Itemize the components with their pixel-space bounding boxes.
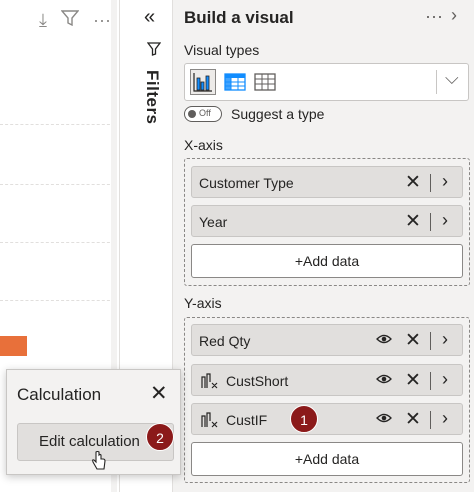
eye-icon[interactable] xyxy=(376,372,392,388)
add-data-button[interactable]: +Add data xyxy=(191,244,463,278)
x-axis-well[interactable]: Customer Type ✕ › Year ✕ › +Add data xyxy=(184,158,470,286)
pane-title: Build a visual xyxy=(184,8,294,27)
step-badge-1: 1 xyxy=(290,405,318,433)
field-custshort[interactable]: CustShort ✕ › xyxy=(191,364,463,396)
chevron-down-icon[interactable]: ⌵ xyxy=(445,68,459,89)
build-visual-pane: Build a visual ··· › Visual types ⌵ Off … xyxy=(172,0,474,492)
close-icon[interactable]: ✕ xyxy=(405,408,421,431)
field-year[interactable]: Year ✕ › xyxy=(191,205,463,237)
divider xyxy=(436,70,437,94)
gridline xyxy=(0,300,115,301)
toggle-state: Off xyxy=(199,108,211,118)
field-custif[interactable]: CustIF ✕ › xyxy=(191,403,463,435)
more-options-icon[interactable]: ··· xyxy=(425,6,443,27)
eye-icon[interactable] xyxy=(376,332,392,348)
field-customer-type[interactable]: Customer Type ✕ › xyxy=(191,166,463,198)
field-label: Red Qty xyxy=(199,333,251,349)
step-badge-2: 2 xyxy=(146,423,174,451)
chevron-right-icon[interactable]: › xyxy=(442,171,448,192)
funnel-icon[interactable] xyxy=(146,42,162,59)
eye-icon[interactable] xyxy=(376,411,392,427)
close-icon[interactable]: ✕ xyxy=(405,369,421,392)
chevron-right-icon[interactable]: › xyxy=(442,369,448,390)
more-icon[interactable]: ··· xyxy=(93,10,111,31)
chevron-right-icon[interactable]: › xyxy=(442,329,448,350)
filter-icon[interactable] xyxy=(60,10,80,31)
drill-icon[interactable]: ⤓ xyxy=(39,10,47,31)
divider xyxy=(430,332,431,350)
x-axis-label: X-axis xyxy=(184,137,223,153)
visual-calculation-icon xyxy=(200,372,218,393)
visual-calculation-icon xyxy=(200,411,218,432)
add-data-button[interactable]: +Add data xyxy=(191,442,463,476)
divider xyxy=(430,213,431,231)
close-icon[interactable]: ✕ xyxy=(405,329,421,352)
field-label: Year xyxy=(199,214,228,230)
gridline xyxy=(0,184,115,185)
y-axis-label: Y-axis xyxy=(184,295,222,311)
chart-bar[interactable] xyxy=(0,336,27,356)
divider xyxy=(430,411,431,429)
gridline xyxy=(0,242,115,243)
hand-cursor-icon xyxy=(91,450,107,476)
visual-header: ⤓ ··· xyxy=(12,10,111,31)
visual-types-label: Visual types xyxy=(184,42,260,58)
field-red-qty[interactable]: Red Qty ✕ › xyxy=(191,324,463,356)
popup-title: Calculation xyxy=(17,385,102,404)
chevron-right-icon[interactable]: › xyxy=(442,210,448,231)
field-label: CustShort xyxy=(226,373,289,389)
gridline xyxy=(0,124,115,125)
suggest-type-toggle[interactable]: Off xyxy=(184,106,222,122)
close-icon[interactable]: ✕ xyxy=(150,381,168,406)
matrix-icon[interactable] xyxy=(223,70,247,94)
collapse-icon[interactable]: « xyxy=(144,6,155,29)
y-axis-well[interactable]: Red Qty ✕ › CustShort ✕ › CustIF ✕ › +Ad… xyxy=(184,317,470,483)
divider xyxy=(430,174,431,192)
chevron-right-icon[interactable]: › xyxy=(451,5,457,26)
chevron-right-icon[interactable]: › xyxy=(442,408,448,429)
table-icon[interactable] xyxy=(253,70,277,94)
filters-label[interactable]: Filters xyxy=(142,70,162,125)
clustered-column-chart-icon[interactable] xyxy=(190,69,216,95)
close-icon[interactable]: ✕ xyxy=(405,210,421,233)
visual-types-picker[interactable]: ⌵ xyxy=(184,63,469,101)
field-label: CustIF xyxy=(226,412,268,428)
suggest-type-label: Suggest a type xyxy=(231,106,325,122)
close-icon[interactable]: ✕ xyxy=(405,171,421,194)
field-label: Customer Type xyxy=(199,175,294,191)
toggle-knob xyxy=(188,110,196,118)
divider xyxy=(430,372,431,390)
